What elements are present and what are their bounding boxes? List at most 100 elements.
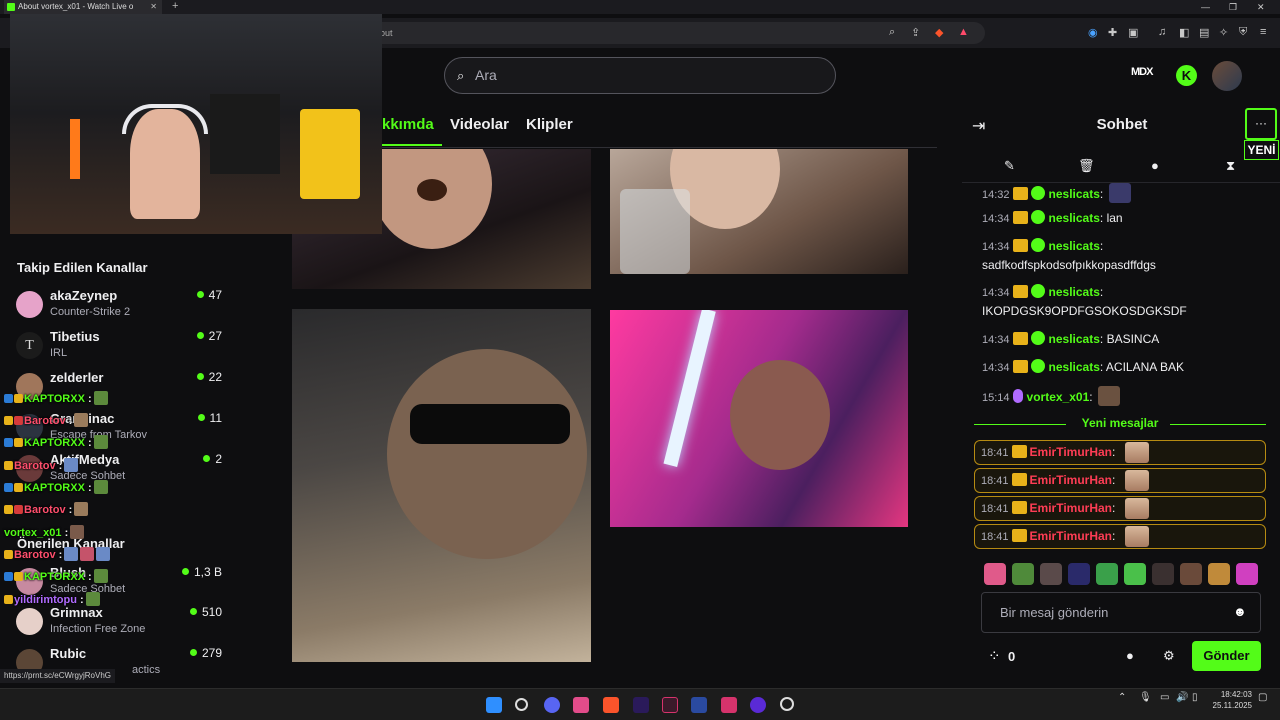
channel-category: Infection Free Zone xyxy=(50,623,146,635)
video-thumbnail[interactable] xyxy=(610,310,908,527)
photos-icon[interactable] xyxy=(573,697,589,713)
wallet-icon[interactable]: ▤ xyxy=(1199,26,1209,39)
overlay-chat-line: Barotov : xyxy=(4,547,111,561)
start-icon[interactable] xyxy=(486,697,502,713)
chat-message: 14:34 neslicats: ACILANA BAK xyxy=(982,359,1184,374)
notification-icon[interactable]: ▢ xyxy=(1258,692,1267,703)
app-icon[interactable] xyxy=(691,697,707,713)
network-icon[interactable]: ▭ xyxy=(1160,692,1169,703)
volume-icon[interactable]: 🔊 xyxy=(1176,692,1188,703)
verified-badge-icon xyxy=(1030,284,1045,298)
chat-message: 14:32 neslicats: xyxy=(982,183,1267,204)
chat-message: 14:34 neslicats: lan xyxy=(982,210,1123,225)
rewards-icon[interactable]: ▲ xyxy=(958,26,969,38)
emote[interactable] xyxy=(984,563,1006,585)
extensions-icon[interactable]: ✚ xyxy=(1108,26,1117,39)
maximize-icon[interactable]: ❐ xyxy=(1229,0,1237,14)
crown-badge-icon xyxy=(1012,360,1028,373)
share-icon[interactable]: ⇪ xyxy=(911,26,920,39)
video-thumbnail[interactable] xyxy=(610,149,908,274)
suggested-channel[interactable]: Grimnax Infection Free Zone 510 xyxy=(16,605,226,645)
emote[interactable] xyxy=(1096,563,1118,585)
emote[interactable] xyxy=(1180,563,1202,585)
emote xyxy=(1125,526,1149,547)
verified-badge-icon xyxy=(1030,331,1045,345)
tab-videos[interactable]: Videolar xyxy=(450,116,509,133)
new-tab-button[interactable]: + xyxy=(172,0,178,13)
highlighted-message: 18:41 EmirTimurHan: xyxy=(974,468,1266,493)
search-placeholder: Ara xyxy=(475,67,497,83)
emote[interactable] xyxy=(1012,563,1034,585)
mdx-icon[interactable]: MDX xyxy=(1131,66,1153,78)
collapse-chat-icon[interactable]: ⇥ xyxy=(972,116,985,136)
leo-icon[interactable]: ✧ xyxy=(1219,26,1228,39)
crown-badge-icon xyxy=(1011,529,1027,542)
gear-icon[interactable]: ⚙ xyxy=(1163,648,1175,664)
brave-shield-icon[interactable]: ◆ xyxy=(935,26,943,39)
audio-icon[interactable]: ◉ xyxy=(1088,26,1098,39)
search-input[interactable]: ⌕ Ara xyxy=(444,57,836,94)
chat-bubble-icon[interactable]: ● xyxy=(1151,158,1159,173)
channel-name: Grimnax xyxy=(50,605,103,620)
brave-icon[interactable] xyxy=(603,697,619,713)
channel-category: actics xyxy=(132,664,161,676)
hourglass-icon[interactable]: ⧗ xyxy=(1226,158,1235,174)
sidebar-toggle-icon[interactable]: ◧ xyxy=(1179,26,1189,39)
overlay-chat-line: KAPTORXX : xyxy=(4,569,108,583)
chat-more-button[interactable]: ··· xyxy=(1245,108,1277,140)
tab-clips[interactable]: Klipler xyxy=(526,116,573,133)
followed-channel[interactable]: akaZeynep Counter-Strike 2 47 xyxy=(16,288,226,328)
battery-icon[interactable]: ▯ xyxy=(1192,692,1198,703)
followed-channel[interactable]: T Tibetius IRL 27 xyxy=(16,329,226,369)
active-tab-indicator xyxy=(382,144,442,146)
screenshot-icon[interactable]: ▣ xyxy=(1128,26,1138,39)
tab-about[interactable]: kkımda xyxy=(382,116,434,133)
media-icon[interactable]: ♫ xyxy=(1158,26,1166,38)
vpn-icon[interactable]: ⛨ xyxy=(1239,26,1247,39)
overlay-chat-line: KAPTORXX : xyxy=(4,391,108,405)
app-icon[interactable] xyxy=(721,697,737,713)
emote[interactable] xyxy=(1124,563,1146,585)
app-icon[interactable] xyxy=(662,697,678,713)
emote[interactable] xyxy=(1236,563,1258,585)
discord-icon[interactable] xyxy=(544,697,560,713)
chat-input[interactable]: Bir mesaj gönderin xyxy=(981,592,1261,633)
chat-commands-icon[interactable]: ● xyxy=(1126,648,1134,663)
kick-logo-icon[interactable]: K xyxy=(1176,65,1197,86)
search-icon: ⌕ xyxy=(457,68,465,83)
points-icon[interactable]: ⁘ xyxy=(988,647,1001,665)
tray-chevron-icon[interactable]: ⌃ xyxy=(1118,692,1126,703)
new-messages-divider: Yeni mesajlar xyxy=(974,416,1266,434)
user-avatar[interactable] xyxy=(1212,61,1242,91)
tab-close-icon[interactable]: ✕ xyxy=(150,0,157,14)
overlay-chat-line: KAPTORXX : xyxy=(4,435,108,449)
verified-badge-icon xyxy=(1030,210,1045,224)
send-button[interactable]: Gönder xyxy=(1192,641,1261,671)
viewer-count: 510 xyxy=(189,605,222,619)
app-icon[interactable] xyxy=(750,697,766,713)
crown-badge-icon xyxy=(1012,187,1028,200)
browser-tab[interactable]: About vortex_x01 - Watch Live o ✕ xyxy=(4,0,162,14)
close-window-icon[interactable]: ✕ xyxy=(1257,0,1265,14)
system-clock[interactable]: 18:42:03 25.11.2025 xyxy=(1212,689,1252,711)
minimize-icon[interactable]: — xyxy=(1201,0,1210,14)
followed-channels-title: Takip Edilen Kanallar xyxy=(17,260,148,275)
emote[interactable] xyxy=(1152,563,1174,585)
zoom-icon[interactable]: ⌕ xyxy=(889,26,895,39)
menu-icon[interactable]: ≡ xyxy=(1260,26,1266,38)
video-thumbnail[interactable] xyxy=(292,309,591,662)
premiere-icon[interactable] xyxy=(633,697,649,713)
microphone-icon[interactable]: 🎙 xyxy=(1139,692,1152,703)
channel-name: zelderler xyxy=(50,370,104,385)
trash-icon[interactable]: 🗑 xyxy=(1078,158,1095,174)
pin-icon[interactable]: ✎ xyxy=(1004,158,1015,174)
emoji-icon[interactable]: ☻ xyxy=(1233,604,1247,619)
app-icon[interactable] xyxy=(780,697,794,711)
points-count: 0 xyxy=(1008,649,1016,664)
emote[interactable] xyxy=(1208,563,1230,585)
emote[interactable] xyxy=(1040,563,1062,585)
kick-favicon-icon xyxy=(7,3,15,11)
mic-badge-icon xyxy=(1012,389,1023,403)
search-icon[interactable] xyxy=(515,698,528,711)
emote[interactable] xyxy=(1068,563,1090,585)
